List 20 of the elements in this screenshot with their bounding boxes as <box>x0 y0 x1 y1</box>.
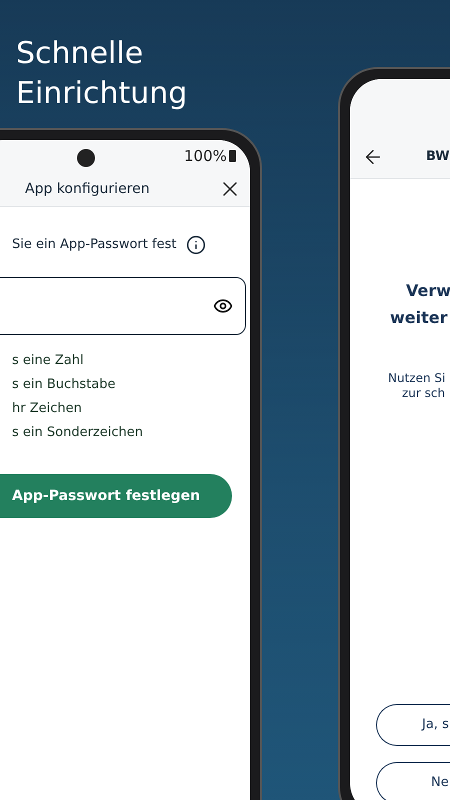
password-rule: s eine Zahl <box>12 352 85 370</box>
screen-title: App konfigurieren <box>25 180 150 198</box>
password-rule: s ein Buchstabe <box>12 376 117 394</box>
info-icon[interactable] <box>186 235 206 255</box>
headline: Einrichtung <box>16 75 188 113</box>
prompt-text: Sie ein App-Passwort fest <box>12 236 176 254</box>
option-button[interactable]: Ja, s <box>376 704 450 746</box>
body-text: Nutzen Si <box>387 371 446 386</box>
password-rule: hr Zeichen <box>12 400 83 418</box>
camera-icon <box>77 149 95 167</box>
battery-icon <box>228 150 236 162</box>
headline: Schnelle <box>16 35 144 73</box>
password-rule: s ein Sonderzeichen <box>12 424 144 442</box>
body-text: zur sch <box>401 386 446 401</box>
screen-title: BW <box>426 148 450 166</box>
option-button[interactable]: Ne <box>376 762 450 800</box>
set-password-button[interactable]: App-Passwort festlegen <box>0 474 232 518</box>
heading-text: weiter <box>389 307 449 329</box>
password-field[interactable] <box>0 277 246 335</box>
battery-level: 100% <box>184 147 227 165</box>
